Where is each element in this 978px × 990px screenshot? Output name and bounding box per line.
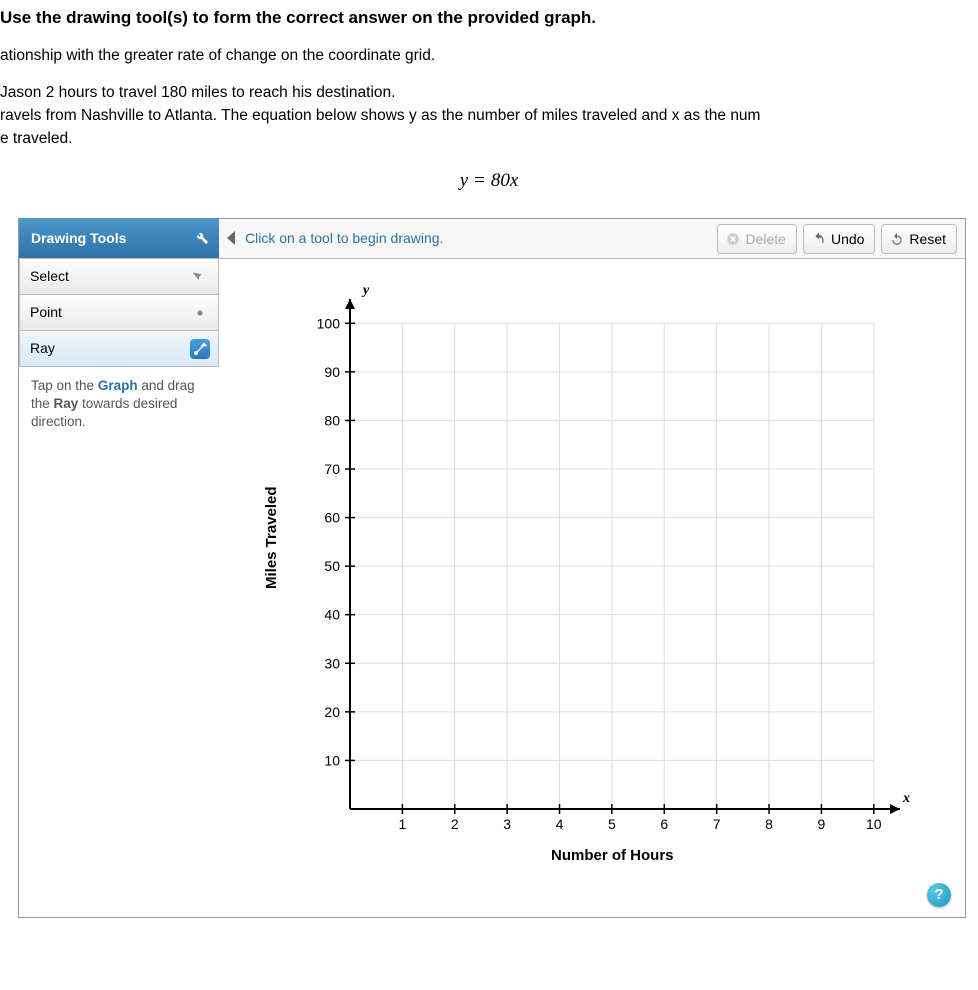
svg-text:1: 1 xyxy=(398,816,406,832)
tool-select[interactable]: Select xyxy=(19,259,219,295)
tool-ray[interactable]: Ray xyxy=(19,331,219,367)
tip-keyword-ray: Ray xyxy=(54,396,79,411)
y-axis-var: y xyxy=(363,283,369,299)
point-icon xyxy=(190,303,210,323)
svg-text:4: 4 xyxy=(556,816,564,832)
y-axis-label: Miles Traveled xyxy=(263,486,280,589)
help-button[interactable]: ? xyxy=(927,883,951,907)
ray-icon xyxy=(190,339,210,359)
tools-sidebar: Select Point Ray Tap on the Graph and dr… xyxy=(19,259,219,442)
cursor-icon xyxy=(190,267,210,287)
svg-text:2: 2 xyxy=(451,816,459,832)
svg-text:10: 10 xyxy=(866,816,882,832)
svg-text:5: 5 xyxy=(608,816,616,832)
collapse-icon[interactable] xyxy=(227,231,235,245)
undo-icon xyxy=(812,232,826,246)
instruction-heading: Use the drawing tool(s) to form the corr… xyxy=(0,8,978,28)
tip-text: Tap on the xyxy=(31,378,98,393)
svg-text:8: 8 xyxy=(765,816,773,832)
svg-text:80: 80 xyxy=(324,412,340,428)
reset-button[interactable]: Reset xyxy=(881,224,957,254)
tools-header-label: Drawing Tools xyxy=(31,230,126,246)
svg-text:70: 70 xyxy=(324,461,340,477)
toolbar: Drawing Tools Click on a tool to begin d… xyxy=(19,219,965,259)
tool-point[interactable]: Point xyxy=(19,295,219,331)
reset-icon xyxy=(890,232,904,246)
undo-button[interactable]: Undo xyxy=(803,224,875,254)
wrench-icon xyxy=(193,229,209,245)
svg-text:60: 60 xyxy=(324,509,340,525)
tools-header: Drawing Tools xyxy=(19,218,219,258)
delete-button[interactable]: Delete xyxy=(717,224,796,254)
equation-rhs: 80x xyxy=(491,170,518,191)
tool-ray-label: Ray xyxy=(30,340,55,356)
reset-label: Reset xyxy=(909,231,946,247)
delete-icon xyxy=(726,232,740,246)
svg-text:100: 100 xyxy=(317,315,341,331)
svg-text:30: 30 xyxy=(324,655,340,671)
question-text-line: Jason 2 hours to travel 180 miles to rea… xyxy=(0,83,978,104)
equation-y: y xyxy=(460,170,468,191)
question-text-line: e traveled. xyxy=(0,129,978,150)
toolbar-hint: Click on a tool to begin drawing. xyxy=(245,230,443,246)
delete-label: Delete xyxy=(745,231,785,247)
coordinate-grid[interactable]: 1 2 3 4 5 6 7 8 9 10 10 20 30 40 50 60 70 80 90 100 xyxy=(265,289,925,869)
svg-text:9: 9 xyxy=(818,816,826,832)
svg-text:7: 7 xyxy=(713,816,721,832)
svg-text:40: 40 xyxy=(324,606,340,622)
svg-text:3: 3 xyxy=(503,816,511,832)
drawing-tool-panel: Drawing Tools Click on a tool to begin d… xyxy=(18,218,966,918)
svg-text:20: 20 xyxy=(324,704,340,720)
tip-keyword-graph: Graph xyxy=(98,378,138,393)
tool-point-label: Point xyxy=(30,304,62,320)
equation-eq: = xyxy=(468,170,491,191)
tool-tip: Tap on the Graph and drag the Ray toward… xyxy=(19,367,219,442)
question-text-line: ationship with the greater rate of chang… xyxy=(0,46,978,67)
svg-text:10: 10 xyxy=(324,752,340,768)
undo-label: Undo xyxy=(831,231,864,247)
equation: y=80x xyxy=(0,170,978,192)
x-axis-label: Number of Hours xyxy=(551,847,674,864)
svg-text:90: 90 xyxy=(324,364,340,380)
tool-select-label: Select xyxy=(30,268,69,284)
x-axis-var: x xyxy=(903,791,910,807)
question-text-line: ravels from Nashville to Atlanta. The eq… xyxy=(0,106,978,127)
graph-area[interactable]: Miles Traveled Number of Hours y x 12345… xyxy=(265,289,945,889)
svg-text:6: 6 xyxy=(660,816,668,832)
svg-text:50: 50 xyxy=(324,558,340,574)
